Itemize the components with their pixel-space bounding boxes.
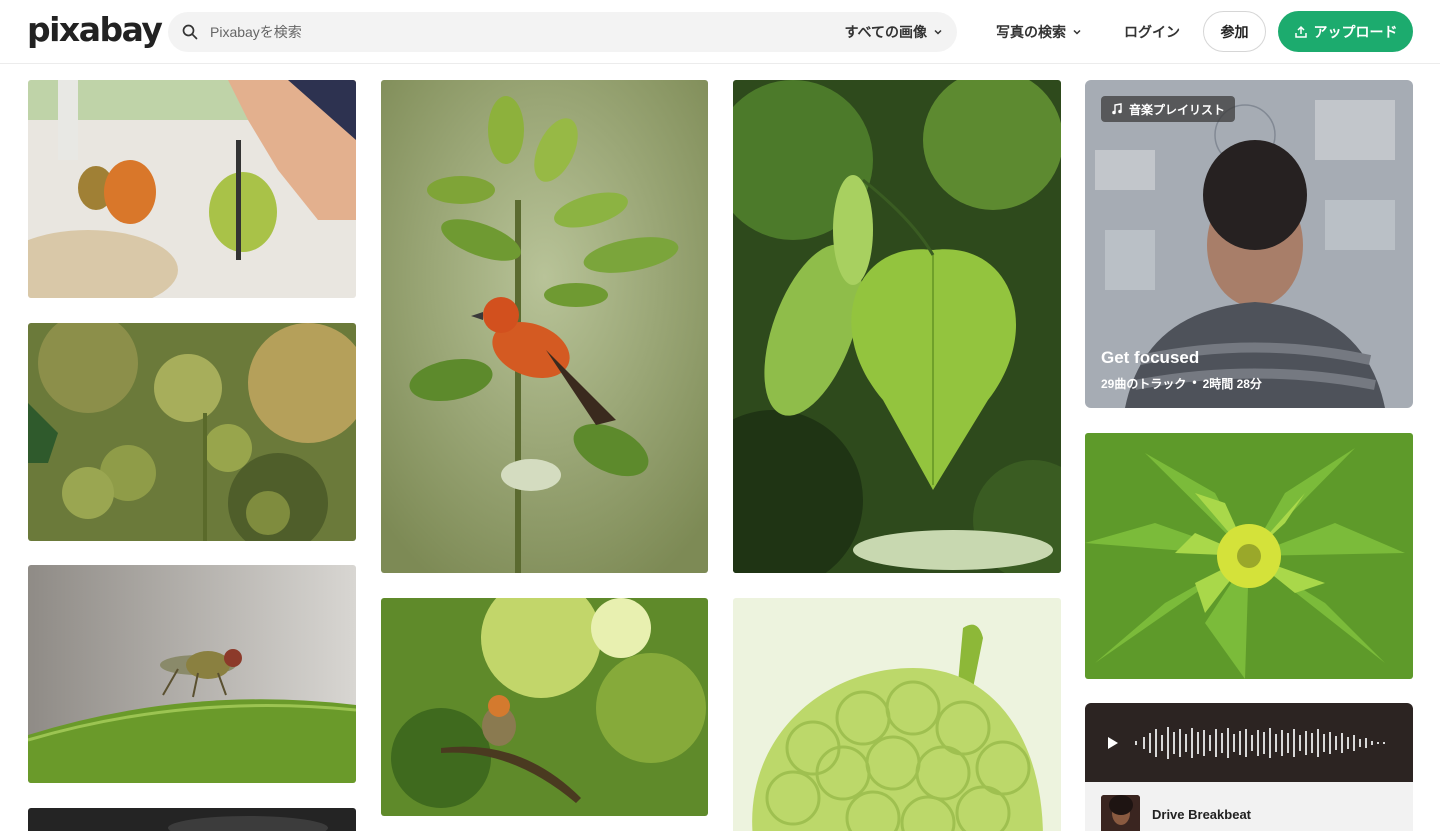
playlist-separator: • [1192,375,1197,389]
upload-button[interactable]: アップロード [1278,11,1413,52]
music-note-icon [1112,103,1122,115]
photo-heart-leaf[interactable] [733,80,1061,573]
photo-succulent-closeup[interactable] [1085,433,1413,679]
photo-pear-cutting[interactable] [28,80,356,298]
photo-fly-on-leaf[interactable] [28,565,356,783]
illustration-custard-apple[interactable] [733,598,1061,831]
audio-card-drive-breakbeat[interactable]: Drive Breakbeat [1085,703,1413,831]
play-icon[interactable] [1107,736,1119,750]
playlist-track-count: 29曲のトラック [1101,377,1187,391]
photo-dark-partial[interactable] [28,808,356,831]
upload-icon [1294,25,1307,38]
join-button[interactable]: 参加 [1203,11,1266,52]
playlist-tag: 音楽プレイリスト [1101,96,1236,122]
chevron-down-icon [1073,29,1081,35]
search-input[interactable] [210,12,770,52]
image-type-dropdown[interactable]: すべての画像 [845,12,943,52]
playlist-tag-label: 音楽プレイリスト [1129,102,1226,117]
login-link[interactable]: ログイン [1124,12,1180,52]
pixabay-logo[interactable]: pixabay [27,10,163,50]
chevron-down-icon [934,29,942,35]
audio-title[interactable]: Drive Breakbeat [1152,807,1251,822]
photo-bird-on-branch[interactable] [381,80,708,573]
photo-ivy-flowers[interactable] [28,323,356,541]
upload-label: アップロード [1313,23,1398,40]
audio-thumbnail [1101,795,1140,831]
waveform-graphic[interactable] [1135,723,1397,763]
explore-photos-menu[interactable]: 写真の検索 [996,12,1082,52]
image-type-label: すべての画像 [844,24,927,40]
top-header: pixabay すべての画像 写真の検索 ログイン 参加 アップロード [0,0,1440,64]
playlist-duration: 2時間 28分 [1202,377,1262,391]
explore-label: 写真の検索 [996,24,1066,40]
playlist-title: Get focused [1101,348,1200,367]
search-icon [182,24,198,40]
photo-robin-in-tree[interactable] [381,598,708,816]
search-bar: すべての画像 [168,12,957,52]
playlist-meta: 29曲のトラック • 2時間 28分 [1101,375,1262,392]
audio-waveform-panel [1085,703,1413,782]
playlist-card-get-focused[interactable]: 音楽プレイリスト Get focused 29曲のトラック • 2時間 28分 [1085,80,1413,408]
